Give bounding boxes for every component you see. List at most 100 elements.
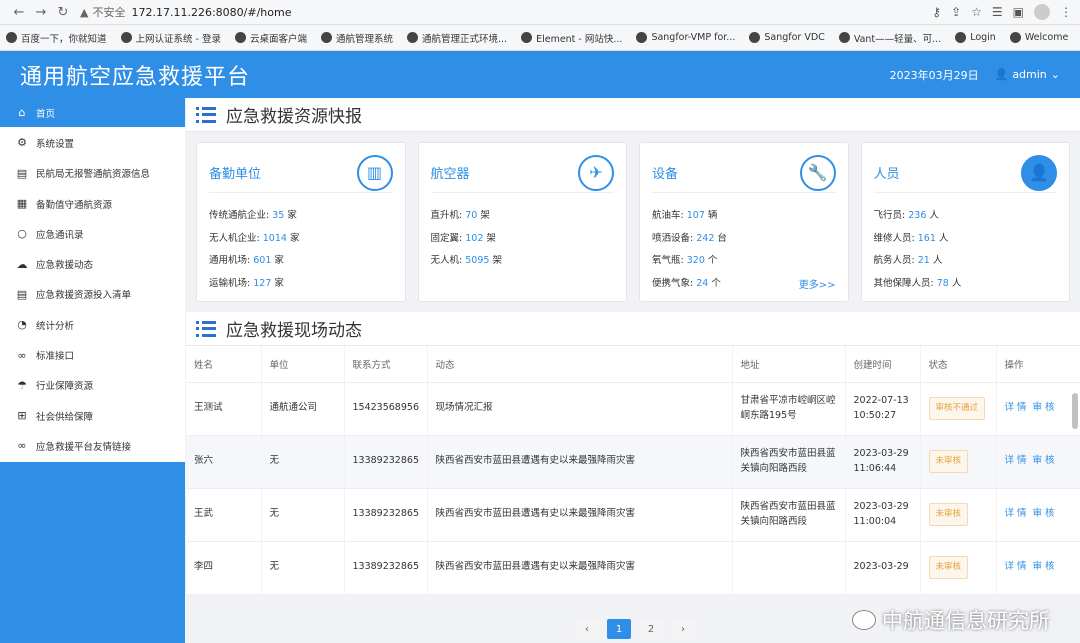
- sidebar-item-label: 系统设置: [36, 138, 75, 150]
- forward-icon[interactable]: →: [30, 5, 52, 20]
- sidebar-item[interactable]: ∞ 标准接口: [0, 340, 185, 371]
- bookmark-item[interactable]: Vant——轻量、可...: [838, 31, 941, 45]
- cell-phone: 13389232865: [344, 541, 428, 595]
- review-link[interactable]: 审 核: [1033, 402, 1055, 413]
- stat-value: 601: [253, 255, 272, 267]
- stat-value: 161: [917, 232, 936, 244]
- share-icon[interactable]: ⇪: [951, 5, 961, 19]
- bookmark-item[interactable]: Sangfor-VMP for...: [636, 32, 735, 43]
- insecure-label: 不安全: [92, 6, 126, 19]
- sidebar-item[interactable]: ○ 应急通讯录: [0, 219, 185, 250]
- column-header: 创建时间: [845, 346, 921, 383]
- bookmark-item[interactable]: 通航管理正式环境...: [407, 31, 507, 45]
- cloud-icon: ☁: [16, 257, 28, 271]
- bookmarks-bar: 百度一下，你就知道 上网认证系统 - 登录 云桌面客户端 通航管理系统 通航管理正式环境…: [0, 25, 1080, 51]
- profile-avatar[interactable]: [1034, 4, 1050, 20]
- card-stat: 维修人员: 161 人: [873, 232, 949, 244]
- detail-link[interactable]: 详 情: [1005, 561, 1027, 572]
- address-bar[interactable]: ▲ 不安全 172.17.11.226:8080/#/home: [80, 3, 932, 22]
- cell-address: [732, 541, 846, 595]
- sidebar-item[interactable]: ☂ 行业保障资源: [0, 371, 185, 401]
- bookmark-icon: [234, 32, 246, 43]
- bookmark-item[interactable]: Welcome: [1009, 32, 1068, 43]
- sidebar: ⌂ 首页 ⚙ 系统设置 ▤ 民航局无报警通航资源信息 ▦ 备勤值守通航资源 ○ 应急通讯录 ☁ 应急救…: [0, 98, 185, 643]
- bookmark-item[interactable]: 上网认证系统 - 登录: [120, 31, 221, 45]
- warning-icon: ▲: [80, 5, 89, 19]
- wechat-icon: [852, 610, 876, 630]
- detail-link[interactable]: 详 情: [1005, 402, 1027, 413]
- cell-phone: 13389232865: [344, 435, 428, 489]
- review-link[interactable]: 审 核: [1033, 508, 1055, 519]
- bookmark-icon: [838, 32, 850, 43]
- bookmark-item[interactable]: 云桌面客户端: [234, 31, 307, 45]
- user-menu[interactable]: 👤 admin ⌄: [995, 68, 1060, 81]
- resource-card: 人员 👤 飞行员: 236 人维修人员: 161 人航务人员: 21 人其他保障人员…: [860, 142, 1070, 302]
- url-text[interactable]: 172.17.11.226:8080/#/home: [131, 6, 291, 19]
- status-badge: 未审核: [928, 449, 969, 474]
- sidebar-icon[interactable]: ▣: [1013, 5, 1024, 19]
- column-header: 联系方式: [344, 346, 428, 383]
- bookmark-item[interactable]: Login: [955, 32, 996, 43]
- gear-icon: ⚙: [17, 136, 27, 150]
- bookmark-icon: [749, 32, 761, 43]
- stat-value: 5095: [465, 255, 490, 267]
- more-icon[interactable]: ⋮: [1060, 5, 1072, 19]
- page-1-button[interactable]: 1: [607, 619, 631, 639]
- more-link[interactable]: 更多>>: [799, 276, 836, 291]
- cell-dynamic: 陕西省西安市蓝田县遭遇有史以来最强降雨灾害: [427, 488, 733, 542]
- reload-icon[interactable]: ↻: [52, 5, 74, 20]
- card-stat: 航务人员: 21 人: [873, 255, 943, 267]
- sidebar-item[interactable]: ☁ 应急救援动态: [0, 249, 185, 280]
- status-badge: 未审核: [928, 555, 969, 580]
- cell-unit: 无: [261, 435, 345, 489]
- page-2-button[interactable]: 2: [639, 619, 663, 639]
- key-icon[interactable]: ⚷: [932, 5, 941, 19]
- prev-page-button[interactable]: ‹: [575, 619, 599, 639]
- bookmark-item[interactable]: Element - 网站快...: [521, 31, 622, 45]
- link-icon: ∞: [17, 439, 27, 453]
- sidebar-item[interactable]: ⌂ 首页: [0, 98, 185, 129]
- sidebar-item-label: 应急救援资源投入清单: [36, 290, 132, 302]
- sidebar-item[interactable]: ∞ 应急救援平台友情链接: [0, 431, 185, 462]
- column-header: 姓名: [186, 346, 262, 383]
- cell-unit: 无: [261, 541, 345, 595]
- sidebar-item[interactable]: ◔ 统计分析: [0, 310, 185, 341]
- bookmark-icon: [1009, 32, 1021, 43]
- sidebar-item[interactable]: ▦ 备勤值守通航资源: [0, 189, 185, 220]
- review-link[interactable]: 审 核: [1033, 455, 1055, 466]
- star-icon[interactable]: ☆: [971, 5, 982, 19]
- stat-value: 70: [465, 210, 478, 221]
- card-stat: 飞行员: 236 人: [873, 210, 939, 221]
- sidebar-item[interactable]: ⚙ 系统设置: [0, 128, 185, 159]
- bookmark-icon: [636, 32, 648, 43]
- sidebar-item[interactable]: ▤ 应急救援资源投入清单: [0, 280, 185, 311]
- detail-link[interactable]: 详 情: [1005, 455, 1027, 466]
- next-page-button[interactable]: ›: [671, 619, 695, 639]
- document-icon: ▤: [16, 166, 28, 180]
- bookmark-item[interactable]: Sangfor VDC: [749, 32, 825, 43]
- sidebar-item-label: 备勤值守通航资源: [36, 199, 113, 211]
- cell-time: 2023-03-29 11:06:44: [845, 435, 921, 489]
- card-stat: 氧气瓶: 320 个: [652, 255, 718, 267]
- sidebar-item-label: 社会供给保障: [36, 411, 94, 423]
- stat-value: 1014: [262, 232, 287, 244]
- sidebar-item[interactable]: ▤ 民航局无报警通航资源信息: [0, 159, 185, 189]
- cell-address: 甘肃省平凉市崆峒区崆峒东路195号: [732, 382, 846, 436]
- sidebar-item[interactable]: ⊞ 社会供给保障: [0, 401, 185, 432]
- cell-address: 陕西省西安市蓝田县蓝关镇向阳路西段: [732, 488, 846, 542]
- menu-icon[interactable]: ☰: [992, 5, 1003, 19]
- back-icon[interactable]: ←: [8, 5, 30, 20]
- bookmark-item[interactable]: 百度一下，你就知道: [6, 31, 107, 45]
- list-icon: ▤: [16, 287, 28, 301]
- building-icon: ▥: [356, 154, 393, 191]
- sidebar-item-label: 应急救援平台友情链接: [36, 441, 132, 453]
- column-header: 状态: [920, 346, 997, 383]
- column-header: 地址: [732, 346, 846, 383]
- scrollbar[interactable]: [1072, 393, 1078, 429]
- card-stat: 无人机企业: 1014 家: [209, 232, 300, 244]
- review-link[interactable]: 审 核: [1033, 561, 1055, 572]
- helicopter-icon: ✈: [578, 154, 614, 191]
- bookmark-item[interactable]: 通航管理系统: [321, 31, 393, 45]
- detail-link[interactable]: 详 情: [1005, 508, 1027, 519]
- bookmark-icon: [120, 32, 132, 43]
